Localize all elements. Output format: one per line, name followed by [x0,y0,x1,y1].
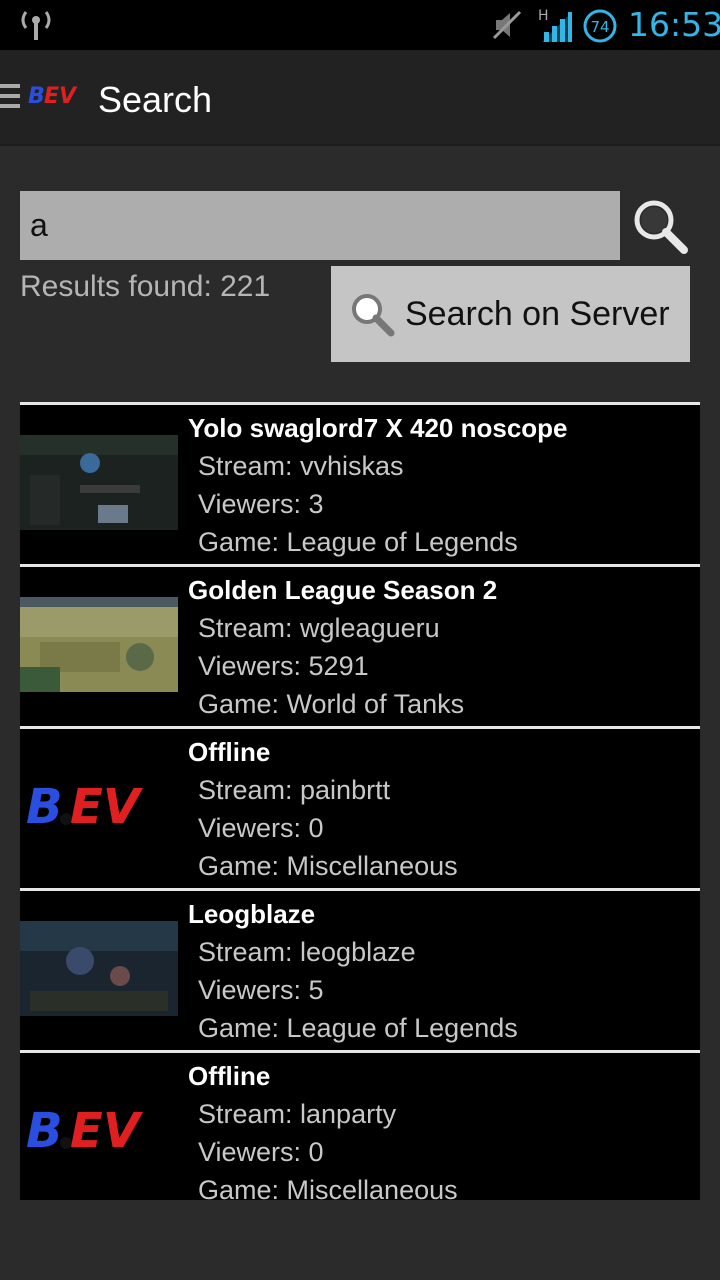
search-icon[interactable] [630,196,690,256]
stream-title: Offline [188,737,271,767]
game-name: Game: League of Legends [198,527,518,557]
list-item[interactable]: B EV Offline Stream: lanparty Viewers: 0… [20,1050,700,1200]
svg-text:EV: EV [70,779,144,829]
status-bar: H 74 16:53 [0,0,720,50]
stream-title: Yolo swaglord7 X 420 noscope [188,413,568,443]
game-name: Game: Miscellaneous [198,851,458,881]
svg-text:EV: EV [70,1103,144,1153]
bev-logo: B EV [26,779,144,829]
stream-name: Stream: painbrtt [198,775,391,805]
signal-icon: H [538,8,572,42]
battery-icon: 74 [583,9,617,43]
results-count: Results found: 221 [20,270,271,303]
thumbnail-image [20,921,178,1016]
viewer-count: Viewers: 3 [198,489,324,519]
svg-text:H: H [538,8,549,24]
page-title: Search [98,79,213,120]
list-item[interactable]: Golden League Season 2 Stream: wgleaguer… [20,564,700,726]
stream-name: Stream: vvhiskas [198,451,404,481]
svg-text:74: 74 [590,18,609,36]
thumbnail-image [20,597,178,692]
search-on-server-button[interactable]: Search on Server [331,266,690,362]
game-name: Game: League of Legends [198,1013,518,1043]
action-bar: B EV Search [0,50,720,146]
viewer-count: Viewers: 0 [198,1137,324,1167]
game-name: Game: Miscellaneous [198,1175,458,1200]
svg-text:B: B [28,84,45,107]
antenna-icon [21,11,51,40]
stream-name: Stream: leogblaze [198,937,416,967]
thumbnail-image [20,435,178,530]
game-name: Game: World of Tanks [198,689,465,719]
stream-name: Stream: lanparty [198,1099,397,1129]
clock: 16:53 [628,5,720,44]
viewer-count: Viewers: 5291 [198,651,369,681]
svg-text:B: B [26,1103,63,1153]
stream-name: Stream: wgleagueru [198,613,440,643]
stream-title: Leogblaze [188,899,316,929]
stream-title: Offline [188,1061,271,1091]
stream-title: Golden League Season 2 [188,575,498,605]
list-item[interactable]: B EV Offline Stream: painbrtt Viewers: 0… [20,726,700,888]
list-item[interactable]: Yolo swaglord7 X 420 noscope Stream: vvh… [20,402,700,564]
bev-logo: B EV [26,1103,144,1153]
search-input[interactable] [20,191,620,260]
app-logo[interactable]: B EV [28,83,86,107]
search-icon [352,294,395,337]
list-item[interactable]: Leogblaze Stream: leogblaze Viewers: 5 G… [20,888,700,1050]
svg-text:EV: EV [44,84,78,107]
viewer-count: Viewers: 0 [198,813,324,843]
viewer-count: Viewers: 5 [198,975,324,1005]
menu-icon[interactable] [0,84,20,114]
mute-icon [492,10,522,40]
svg-text:B: B [26,779,63,829]
search-on-server-label: Search on Server [405,294,670,333]
stream-list[interactable]: Yolo swaglord7 X 420 noscope Stream: vvh… [20,402,700,1200]
